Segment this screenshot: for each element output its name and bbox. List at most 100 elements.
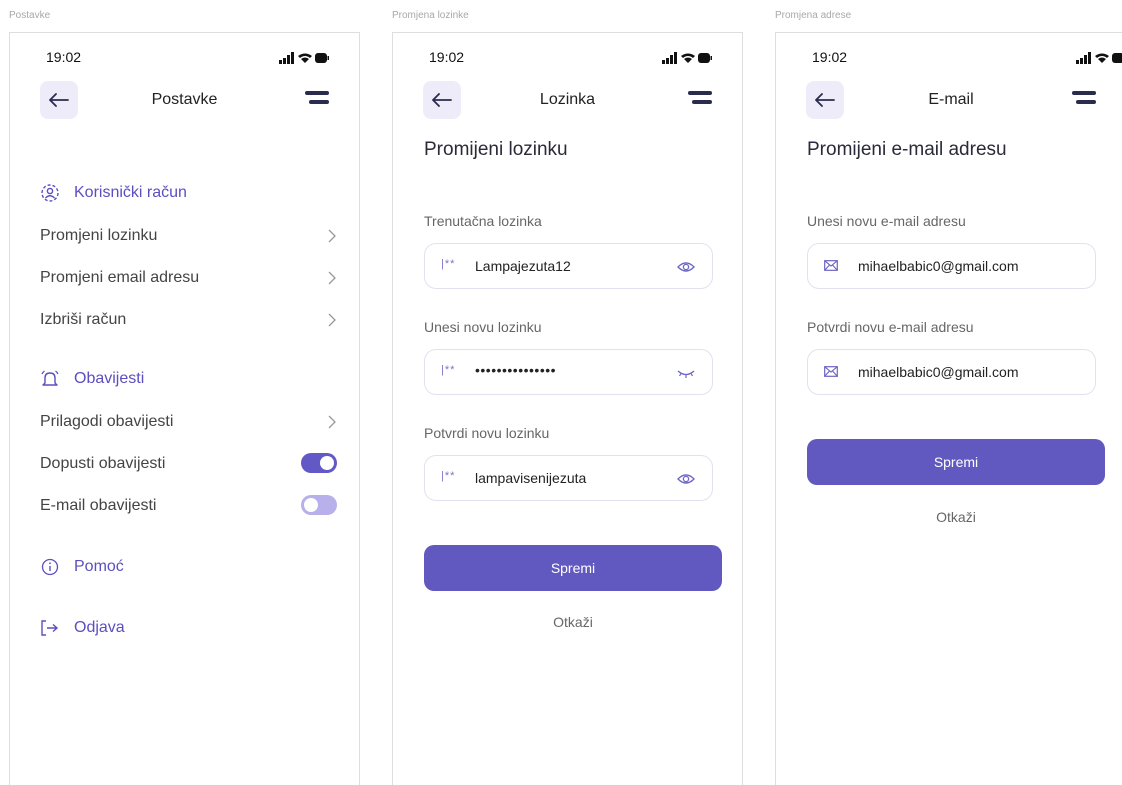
save-button[interactable]: Spremi [424, 545, 722, 591]
status-icons [279, 52, 329, 64]
confirm-password-value: lampavisenijezuta [475, 470, 587, 486]
battery-icon [315, 53, 329, 63]
confirm-email-label: Potvrdi novu e-mail adresu [807, 319, 974, 335]
settings-screen: 19:02 Postavke Korisnički račun Promjeni… [9, 32, 360, 785]
logout-item[interactable]: Odjava [40, 618, 125, 638]
menu-button[interactable] [1072, 91, 1096, 109]
page-title: E-mail [928, 91, 974, 108]
user-icon [40, 183, 60, 203]
current-password-field[interactable]: |** Lampajezuta12 [424, 243, 713, 289]
save-button[interactable]: Spremi [807, 439, 1105, 485]
back-button[interactable] [806, 81, 844, 119]
status-bar: 19:02 [38, 49, 337, 65]
status-bar: 19:02 [421, 49, 720, 65]
email-notifications-label: E-mail obavijesti [40, 497, 157, 514]
wifi-icon [1095, 53, 1109, 63]
bell-icon [40, 369, 60, 389]
signal-icon [662, 52, 677, 64]
frame-label-settings: Postavke [9, 10, 51, 21]
allow-notifications-label: Dopusti obavijesti [40, 455, 166, 472]
arrow-left-icon [432, 93, 452, 107]
signal-icon [1076, 52, 1091, 64]
section-notifications-label: Obavijesti [74, 370, 145, 387]
confirm-password-field[interactable]: |** lampavisenijezuta [424, 455, 713, 501]
current-password-label: Trenutačna lozinka [424, 213, 542, 229]
status-time: 19:02 [429, 49, 465, 65]
new-password-label: Unesi novu lozinku [424, 319, 542, 335]
status-bar: 19:02 [804, 49, 1122, 65]
status-icons [1076, 52, 1122, 64]
logout-label: Odjava [74, 619, 125, 636]
delete-account-item[interactable]: Izbriši račun [40, 309, 337, 333]
cancel-button[interactable]: Otkaži [424, 614, 722, 630]
arrow-left-icon [815, 93, 835, 107]
change-password-item[interactable]: Promjeni lozinku [40, 225, 337, 249]
confirm-password-label: Potvrdi novu lozinku [424, 425, 550, 441]
frame-label-password: Promjena lozinke [392, 10, 469, 21]
new-email-value: mihaelbabic0@gmail.com [858, 258, 1019, 274]
menu-icon [688, 91, 712, 95]
back-button[interactable] [423, 81, 461, 119]
confirm-email-field[interactable]: mihaelbabic0@gmail.com [807, 349, 1096, 395]
battery-icon [698, 53, 712, 63]
customize-notifications-item[interactable]: Prilagodi obavijesti [40, 411, 337, 435]
eye-closed-icon[interactable] [676, 365, 696, 381]
info-icon [40, 557, 60, 577]
chevron-right-icon [328, 229, 336, 243]
back-button[interactable] [40, 81, 78, 119]
email-notifications-toggle[interactable] [301, 495, 337, 515]
app-bar: Lozinka [423, 81, 712, 119]
signal-icon [279, 52, 294, 64]
cancel-button[interactable]: Otkaži [807, 509, 1105, 525]
password-prefix-icon: |** [441, 470, 456, 482]
section-account-label: Korisnički račun [74, 184, 187, 201]
password-prefix-icon: |** [441, 364, 456, 376]
eye-icon[interactable] [676, 471, 696, 487]
status-icons [662, 52, 712, 64]
password-screen: 19:02 Lozinka Promijeni lozinku Trenutač… [392, 32, 743, 785]
section-account: Korisnički račun [40, 183, 187, 203]
new-password-value: ••••••••••••••• [475, 362, 557, 378]
help-item[interactable]: Pomoć [40, 557, 124, 577]
new-password-field[interactable]: |** ••••••••••••••• [424, 349, 713, 395]
confirm-email-value: mihaelbabic0@gmail.com [858, 364, 1019, 380]
status-time: 19:02 [812, 49, 848, 65]
change-password-label: Promjeni lozinku [40, 227, 158, 244]
wifi-icon [681, 53, 695, 63]
current-password-value: Lampajezuta12 [475, 258, 571, 274]
email-notifications-row: E-mail obavijesti [40, 495, 337, 519]
page-heading: Promijeni e-mail adresu [807, 139, 1007, 160]
allow-notifications-toggle[interactable] [301, 453, 337, 473]
menu-button[interactable] [688, 91, 712, 109]
chevron-right-icon [328, 313, 336, 327]
menu-icon [1072, 91, 1096, 95]
delete-account-label: Izbriši račun [40, 311, 127, 328]
battery-icon [1112, 53, 1122, 63]
page-title: Postavke [151, 91, 218, 108]
page-title: Lozinka [539, 91, 596, 108]
arrow-left-icon [49, 93, 69, 107]
new-email-label: Unesi novu e-mail adresu [807, 213, 966, 229]
mail-icon [824, 260, 838, 271]
eye-icon[interactable] [676, 259, 696, 275]
menu-icon [305, 91, 329, 95]
logout-icon [40, 618, 60, 638]
app-bar: E-mail [806, 81, 1096, 119]
chevron-right-icon [328, 415, 336, 429]
mail-icon [824, 366, 838, 377]
menu-button[interactable] [305, 91, 329, 109]
new-email-field[interactable]: mihaelbabic0@gmail.com [807, 243, 1096, 289]
app-bar: Postavke [40, 81, 329, 119]
chevron-right-icon [328, 271, 336, 285]
password-prefix-icon: |** [441, 258, 456, 270]
wifi-icon [298, 53, 312, 63]
customize-notifications-label: Prilagodi obavijesti [40, 413, 174, 430]
help-label: Pomoć [74, 558, 124, 575]
change-email-item[interactable]: Promjeni email adresu [40, 267, 337, 291]
email-screen: 19:02 E-mail Promijeni e-mail adresu Une… [775, 32, 1122, 785]
page-heading: Promijeni lozinku [424, 139, 568, 160]
frame-label-email: Promjena adrese [775, 10, 852, 21]
change-email-label: Promjeni email adresu [40, 269, 200, 286]
section-notifications: Obavijesti [40, 369, 144, 389]
status-time: 19:02 [46, 49, 82, 65]
